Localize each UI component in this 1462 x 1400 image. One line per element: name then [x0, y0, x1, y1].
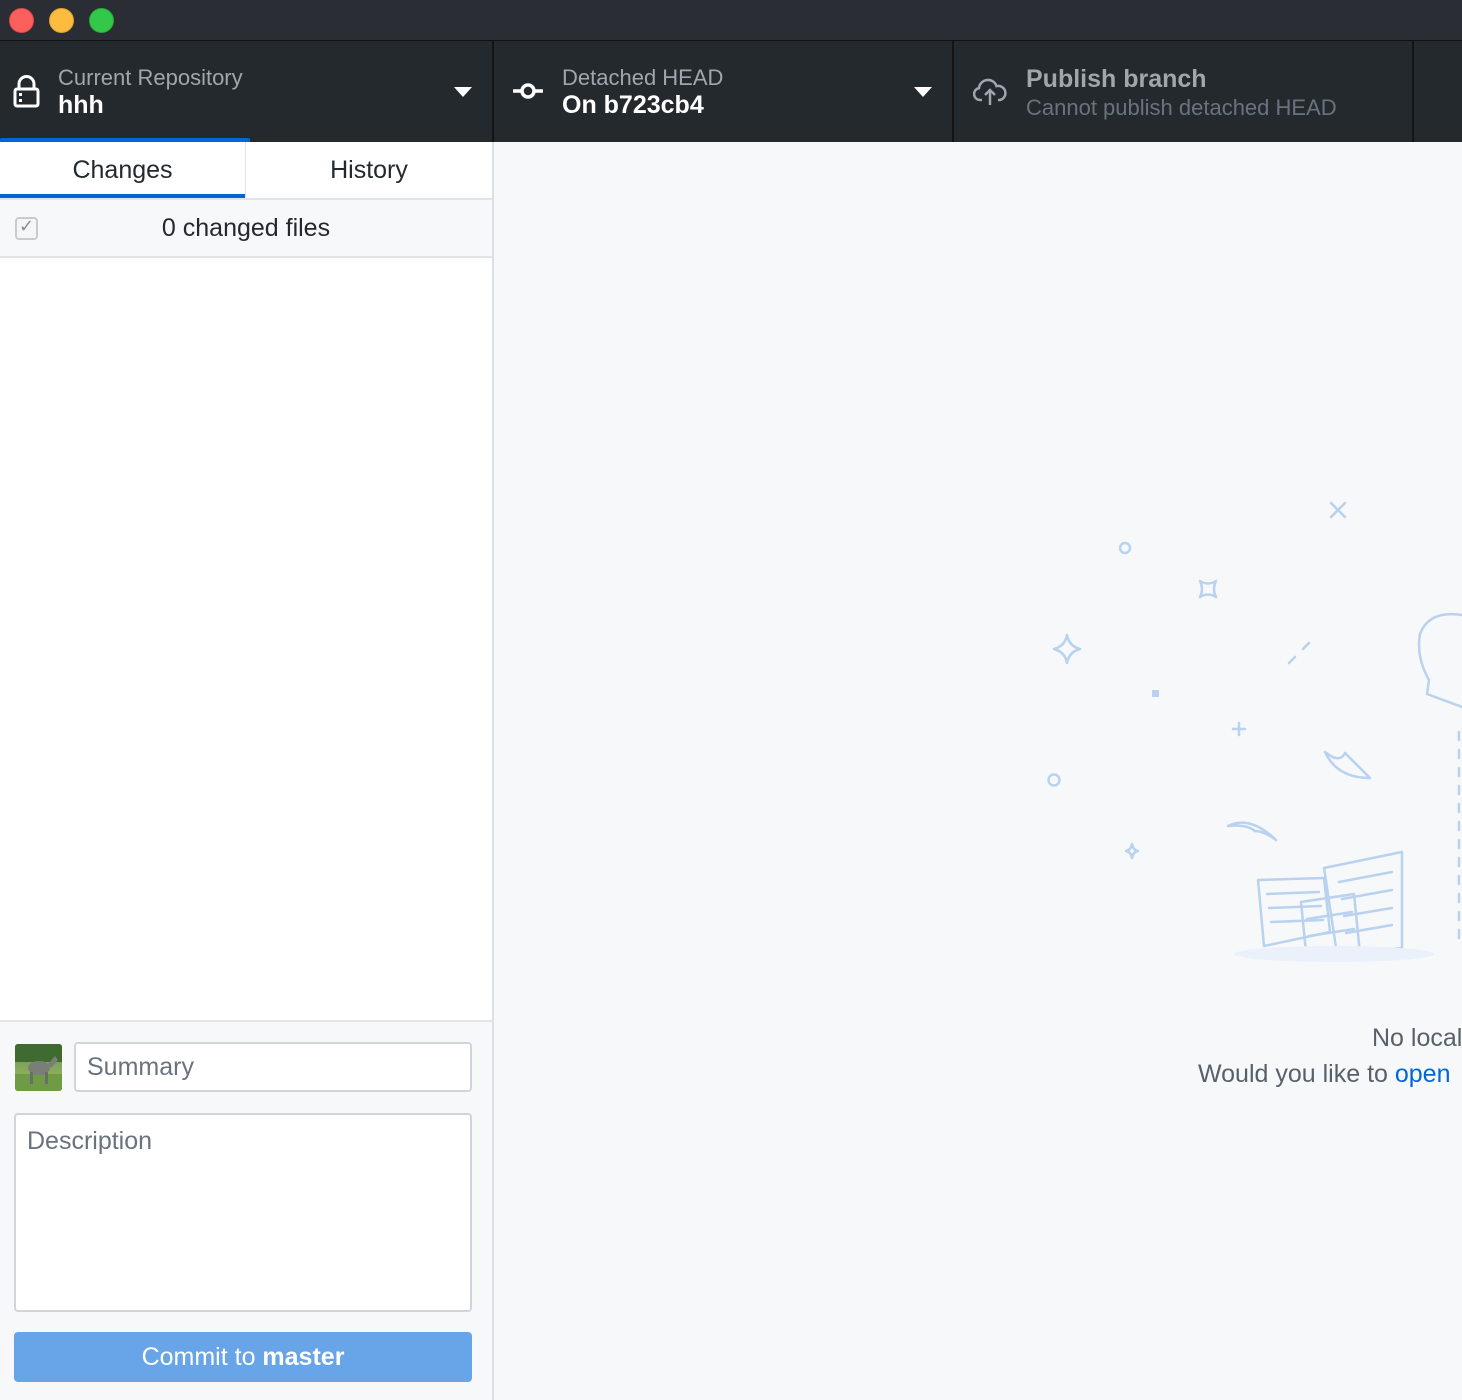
- sparkle-icon: [1226, 821, 1278, 842]
- changed-files-header: 0 changed files ✓: [0, 200, 492, 258]
- commit-message-area: Summary Description Commit to master: [0, 1020, 492, 1400]
- avatar-image: [15, 1044, 62, 1091]
- commit-button-prefix: Commit to: [141, 1343, 263, 1371]
- lightbulb-icon: [1417, 612, 1462, 709]
- lock-icon: [13, 75, 40, 108]
- chevron-down-icon: [454, 87, 472, 97]
- commit-button-branch: master: [262, 1343, 345, 1371]
- close-window-button[interactable]: [9, 8, 34, 33]
- branch-name: On b723cb4: [562, 91, 704, 119]
- repository-name: hhh: [58, 91, 104, 119]
- changed-files-list: [0, 258, 492, 1020]
- current-repository-button[interactable]: Current Repository hhh: [0, 41, 494, 142]
- tab-history[interactable]: History: [246, 142, 492, 198]
- sidebar: Changes History 0 changed files ✓ Summar…: [0, 142, 494, 1400]
- summary-input[interactable]: Summary: [74, 1042, 472, 1092]
- chevron-down-icon: [914, 87, 932, 97]
- changed-files-count: 0 changed files: [161, 214, 331, 242]
- tab-changes[interactable]: Changes: [0, 142, 246, 198]
- toolbar: Current Repository hhh Detached HEAD On …: [0, 41, 1462, 142]
- description-input[interactable]: Description: [14, 1113, 472, 1312]
- publish-branch-button[interactable]: Publish branch Cannot publish detached H…: [954, 41, 1414, 142]
- blank-slate-illustration: [1047, 501, 1462, 962]
- newspaper-stack-icon: [1256, 850, 1404, 956]
- branch-label: Detached HEAD: [562, 65, 724, 90]
- branch-button[interactable]: Detached HEAD On b723cb4: [494, 41, 954, 142]
- sparkle-icon: [1052, 633, 1082, 665]
- repository-label: Current Repository: [58, 65, 243, 90]
- git-commit-icon: [513, 83, 543, 99]
- sidebar-tabs: Changes History: [0, 142, 492, 200]
- minimize-window-button[interactable]: [49, 8, 74, 33]
- main-content: No local Would you like to open: [494, 142, 1462, 1400]
- select-all-checkbox[interactable]: ✓: [15, 216, 38, 240]
- publish-subtext: Cannot publish detached HEAD: [1026, 95, 1337, 120]
- publish-label: Publish branch: [1026, 65, 1207, 93]
- sparkle-icon: [1198, 579, 1218, 599]
- cloud-upload-icon: [973, 78, 1007, 105]
- commit-button[interactable]: Commit to master: [14, 1332, 472, 1382]
- blank-slate-title: No local: [1372, 1024, 1462, 1052]
- blank-slate-message: Would you like to open: [1198, 1060, 1451, 1089]
- open-link[interactable]: open: [1395, 1060, 1451, 1088]
- sparkle-icon: [1323, 750, 1372, 780]
- title-bar: [0, 0, 1462, 41]
- avatar: [15, 1044, 62, 1091]
- maximize-window-button[interactable]: [89, 8, 114, 33]
- blank-slate-message-text: Would you like to: [1198, 1060, 1395, 1088]
- sparkle-icon: [1152, 690, 1159, 697]
- sparkle-icon: [1287, 655, 1297, 665]
- sparkle-icon: [1118, 541, 1132, 555]
- checkmark-icon: ✓: [19, 216, 35, 236]
- sparkle-icon: [1047, 773, 1061, 787]
- sparkle-icon: [1124, 842, 1140, 860]
